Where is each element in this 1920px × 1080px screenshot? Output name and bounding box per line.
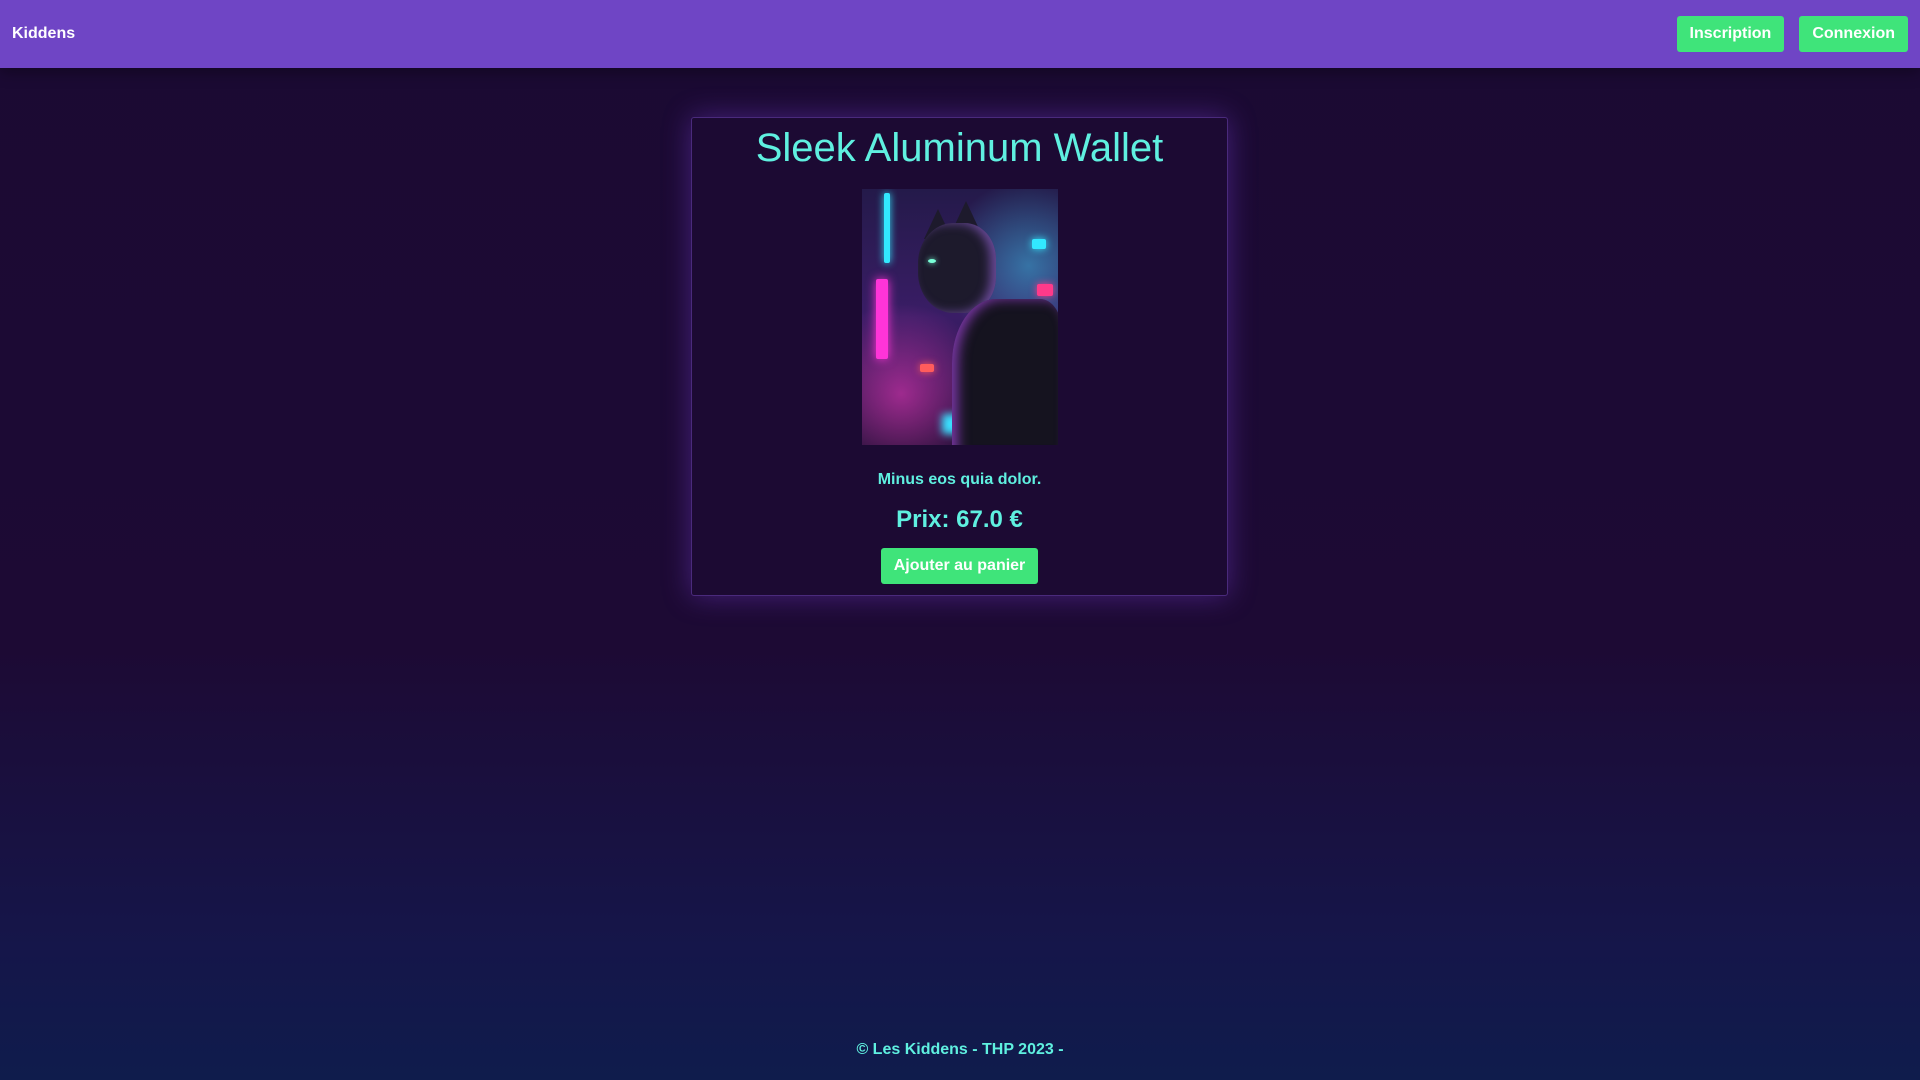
cat-eye — [927, 259, 936, 263]
neon-sign — [875, 279, 888, 359]
neon-light — [919, 364, 934, 372]
cat-body — [951, 299, 1058, 445]
brand-link[interactable]: Kiddens — [12, 25, 75, 43]
neon-sign — [1031, 239, 1046, 249]
neon-sign — [883, 193, 890, 263]
top-navbar: Kiddens Inscription Connexion — [0, 0, 1920, 68]
signup-button[interactable]: Inscription — [1676, 16, 1785, 52]
product-price: Prix: 67.0 € — [896, 506, 1023, 533]
product-image — [861, 189, 1058, 445]
cat-head — [917, 223, 996, 313]
neon-sign — [1036, 284, 1053, 296]
nav-actions: Inscription Connexion — [1676, 16, 1908, 52]
product-description: Minus eos quia dolor. — [877, 471, 1042, 488]
product-card: Sleek Aluminum Wallet Minus eos quia dol… — [691, 117, 1228, 596]
footer-text: © Les Kiddens - THP 2023 - — [856, 1041, 1064, 1058]
product-title: Sleek Aluminum Wallet — [755, 126, 1164, 170]
add-to-cart-button[interactable]: Ajouter au panier — [880, 548, 1039, 584]
login-button[interactable]: Connexion — [1799, 16, 1908, 52]
